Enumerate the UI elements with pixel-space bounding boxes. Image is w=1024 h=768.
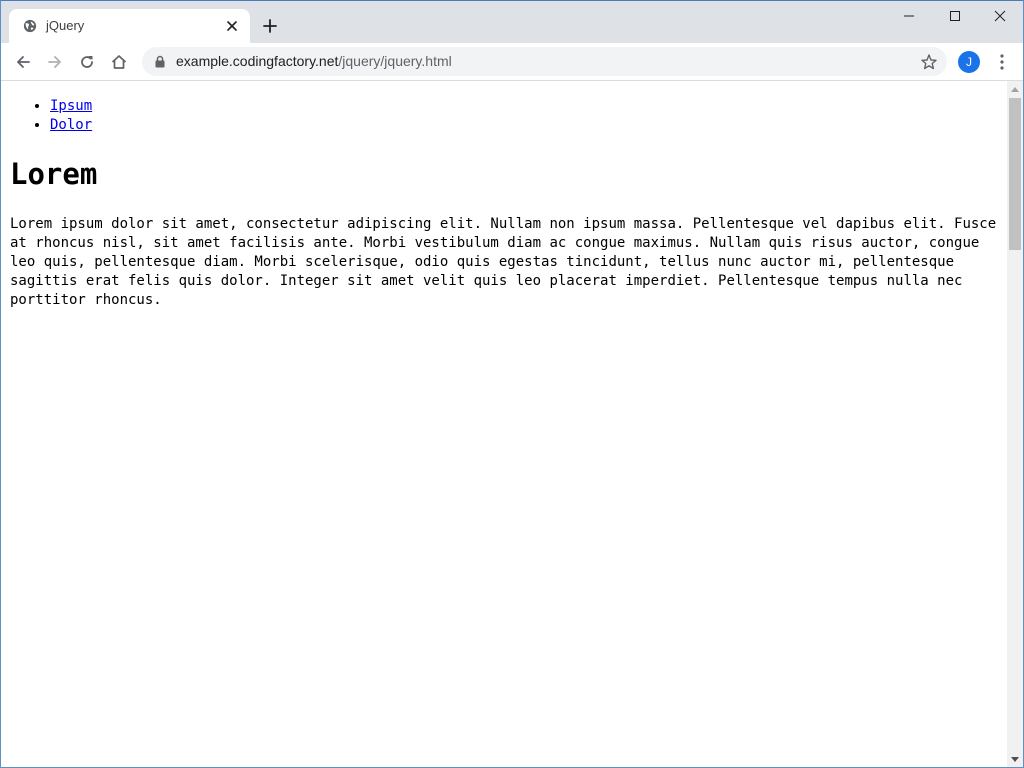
caret-up-icon [1011,87,1019,92]
url-path: /jquery/jquery.html [338,53,452,69]
star-icon[interactable] [920,53,938,71]
nav-link-dolor[interactable]: Dolor [50,117,92,133]
browser-toolbar: example.codingfactory.net/jquery/jquery.… [1,43,1023,81]
page-content: Ipsum Dolor Lorem Lorem ipsum dolor sit … [1,81,1007,767]
arrow-right-icon [48,56,61,68]
window-close-button[interactable] [977,1,1023,31]
scrollbar-thumb[interactable] [1009,98,1021,250]
vertical-scrollbar[interactable] [1007,81,1023,767]
home-icon [111,55,127,69]
page-heading: Lorem [10,157,98,191]
tab-strip: jQuery [1,1,1023,43]
window-close-icon [994,10,1006,22]
more-vert-icon [1000,54,1004,70]
url-text: example.codingfactory.net/jquery/jquery.… [176,53,452,69]
lock-icon [155,55,165,68]
profile-avatar[interactable]: J [958,51,980,73]
tab-title: jQuery [46,18,85,33]
scroll-up-button[interactable] [1007,81,1023,97]
globe-icon [23,19,37,33]
body-paragraph: Lorem ipsum dolor sit amet, consectetur … [10,216,997,308]
nav-link-ipsum[interactable]: Ipsum [50,98,92,114]
minimize-button[interactable] [886,1,932,31]
browser-window: jQuery example.codingfactory.net/jquery/… [0,0,1024,768]
caret-down-icon [1011,757,1019,762]
tab-jquery[interactable]: jQuery [9,9,250,43]
address-bar[interactable]: example.codingfactory.net/jquery/jquery.… [142,47,947,76]
list-item: Dolor [50,116,92,135]
forward-button[interactable] [43,50,67,74]
maximize-button[interactable] [932,1,978,31]
arrow-left-icon [17,56,30,68]
menu-button[interactable] [992,50,1012,74]
back-button[interactable] [11,50,35,74]
close-icon[interactable] [225,19,239,33]
url-host: example.codingfactory.net [176,53,339,69]
reload-icon [81,56,93,68]
list-item: Ipsum [50,97,92,116]
scroll-down-button[interactable] [1007,752,1023,767]
maximize-icon [950,11,960,21]
nav-list: Ipsum Dolor [50,97,92,135]
minimize-icon [904,15,914,17]
home-button[interactable] [107,50,131,74]
reload-button[interactable] [75,50,99,74]
plus-icon[interactable] [260,16,280,36]
